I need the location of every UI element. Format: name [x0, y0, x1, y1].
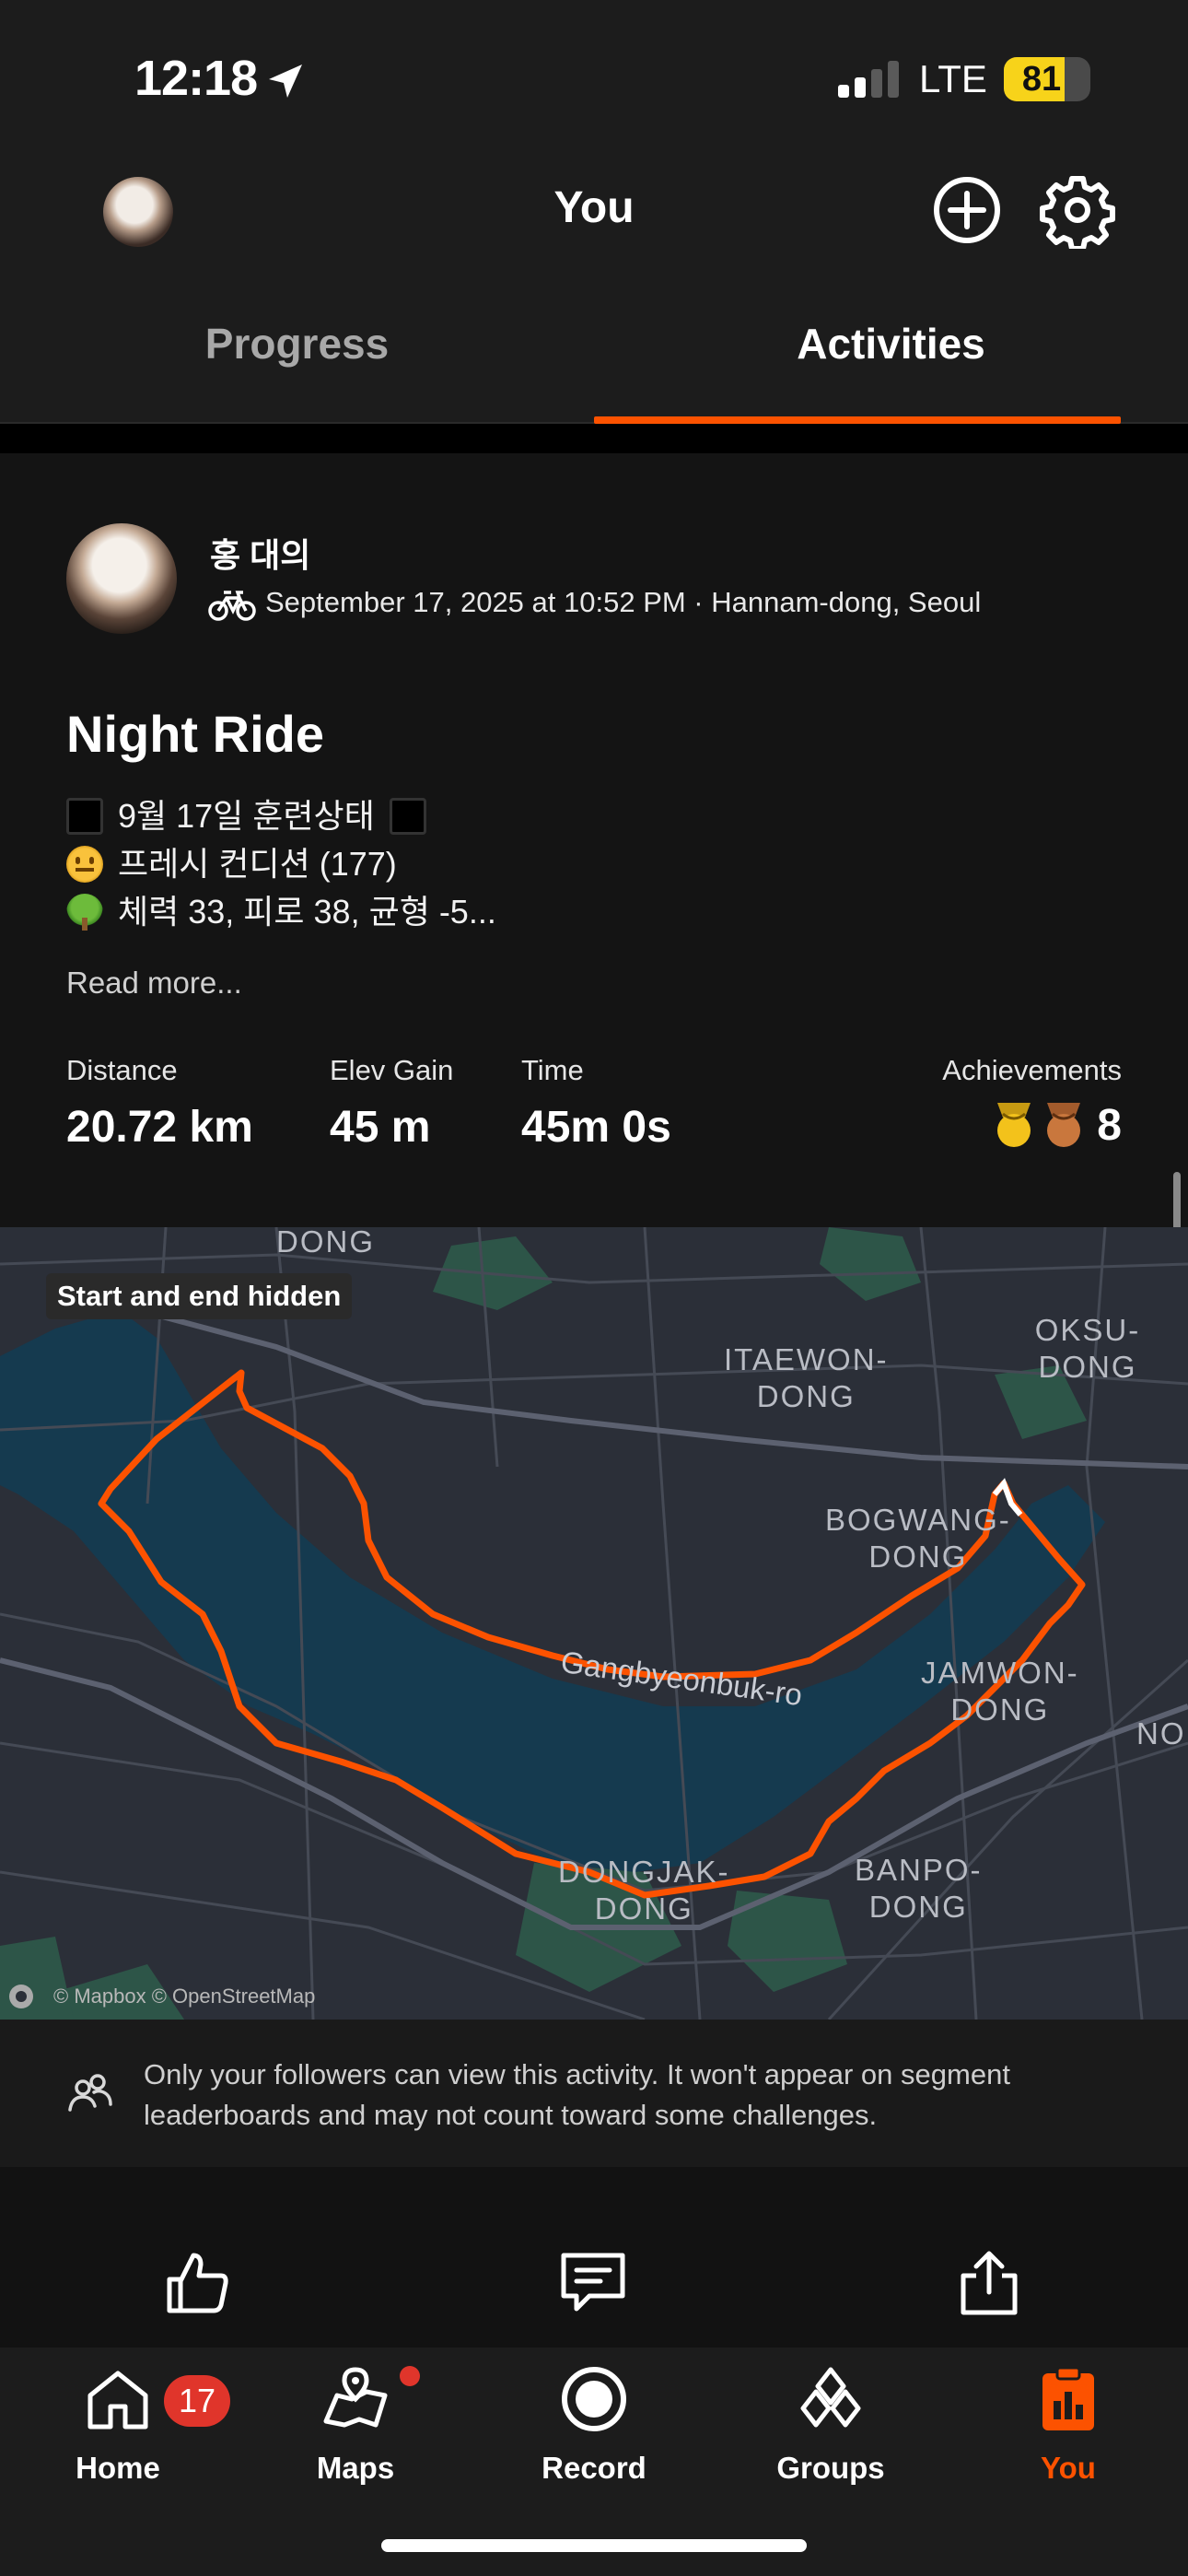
read-more-link[interactable]: Read more... [66, 966, 242, 1001]
status-time: 12:18 [134, 51, 258, 106]
stat-time-label: Time [521, 1054, 584, 1086]
tab-maps[interactable]: Maps [263, 2364, 448, 2512]
groups-icon [800, 2367, 861, 2428]
description-line: 프레시 컨디션 (177) [66, 840, 496, 888]
map-label-bogwang: BOGWANG- DONG [825, 1503, 1011, 1574]
gear-icon[interactable] [1039, 171, 1116, 249]
description-line: 9월 17일 훈련상태 [66, 792, 496, 840]
mapbox-logo-icon[interactable] [9, 1985, 33, 2008]
achievements-label: Achievements [942, 1054, 1122, 1086]
description-text: 9월 17일 훈련상태 [118, 797, 375, 835]
you-icon [1042, 2366, 1094, 2430]
route-map[interactable]: Start and end hidden DONG ITAEWON- DONG … [0, 1227, 1188, 2020]
record-icon [562, 2367, 626, 2431]
activity-meta: September 17, 2025 at 10:52 PM · Hannam-… [265, 586, 982, 618]
tab-progress[interactable]: Progress [0, 313, 594, 415]
activity-card[interactable]: 홍 대의 September 17, 2025 at 10:52 PM · Ha… [0, 453, 1188, 1227]
notification-badge: 17 [164, 2375, 230, 2427]
map-attribution[interactable]: © Mapbox © OpenStreetMap [9, 1985, 315, 2008]
black-square-icon [389, 798, 426, 835]
map-label-dong: DONG [276, 1227, 375, 1259]
tab-label: Groups [776, 2451, 885, 2485]
tab-label: Maps [316, 2451, 395, 2485]
map-label-jamwon: JAMWON- DONG [921, 1656, 1079, 1727]
description-text: 체력 33, 피로 38, 균형 -5... [118, 893, 496, 931]
add-icon[interactable] [928, 171, 1006, 249]
tab-groups[interactable]: Groups [739, 2364, 923, 2512]
bronze-medal-icon [1047, 1103, 1081, 1147]
followers-icon [68, 2074, 112, 2112]
activity-actions [0, 2167, 1188, 2348]
activity-description: 9월 17일 훈련상태 프레시 컨디션 (177) 체력 33, 피로 38, … [66, 792, 496, 936]
map-label-oksu: OKSU-DONG [1034, 1313, 1141, 1384]
tab-label: You [1041, 2451, 1096, 2485]
activity-title[interactable]: Night Ride [66, 704, 324, 764]
description-line: 체력 33, 피로 38, 균형 -5... [66, 888, 496, 936]
tab-label: Home [76, 2451, 160, 2485]
stat-elev-label: Elev Gain [330, 1054, 454, 1086]
black-square-icon [66, 798, 103, 835]
start-end-hidden-badge: Start and end hidden [46, 1273, 353, 1319]
tree-icon [66, 894, 103, 931]
athlete-avatar[interactable] [66, 523, 177, 634]
home-icon [87, 2371, 148, 2430]
stat-time-value: 45m 0s [521, 1103, 671, 1152]
battery-icon: 81 [1004, 57, 1090, 101]
signal-strength-icon [838, 61, 899, 98]
network-type: LTE [919, 57, 987, 100]
comment-icon[interactable] [558, 2248, 628, 2318]
attribution-text: © Mapbox © OpenStreetMap [53, 1985, 316, 2008]
han-river [0, 1310, 1105, 1872]
stat-distance-value: 20.72 km [66, 1103, 253, 1152]
neutral-face-icon [66, 846, 103, 883]
tab-home[interactable]: 17 Home [26, 2364, 230, 2512]
stat-distance-label: Distance [66, 1054, 178, 1086]
map-label-banpo: BANPO- DONG [855, 1853, 983, 1924]
active-tab-indicator [594, 416, 1121, 424]
thumbs-up-icon[interactable] [162, 2248, 232, 2318]
stat-elev-value: 45 m [330, 1103, 431, 1152]
tab-label: Record [542, 2451, 646, 2485]
tab-record[interactable]: Record [502, 2364, 686, 2512]
gold-medal-icon [997, 1103, 1031, 1147]
map-label-no: NO [1136, 1716, 1186, 1751]
location-arrow-icon [269, 64, 302, 98]
privacy-notice: Only your followers can view this activi… [0, 2020, 1188, 2167]
privacy-text: Only your followers can view this activi… [144, 2058, 1010, 2131]
bike-icon [208, 591, 256, 621]
map-label-itaewon: ITAEWON- DONG [724, 1342, 889, 1413]
battery-level: 81 [1021, 60, 1062, 99]
app-header: You Progress Activities [0, 157, 1188, 424]
battery-tip [1081, 70, 1089, 88]
map-label-dongjak: DONGJAK- DONG [558, 1855, 730, 1926]
maps-icon [323, 2367, 388, 2428]
achievements[interactable]: 8 [994, 1100, 1122, 1150]
share-icon[interactable] [954, 2248, 1024, 2318]
section-separator [0, 424, 1188, 453]
achievements-count: 8 [1097, 1100, 1122, 1150]
home-indicator[interactable] [381, 2539, 807, 2552]
description-text: 프레시 컨디션 (177) [118, 845, 397, 883]
athlete-name[interactable]: 홍 대의 [210, 529, 310, 577]
tab-activities[interactable]: Activities [594, 313, 1188, 415]
tab-you[interactable]: You [976, 2364, 1160, 2512]
status-bar: 12:18 LTE 81 [0, 0, 1188, 157]
new-indicator-dot [400, 2366, 420, 2386]
page-title: You [553, 183, 635, 232]
